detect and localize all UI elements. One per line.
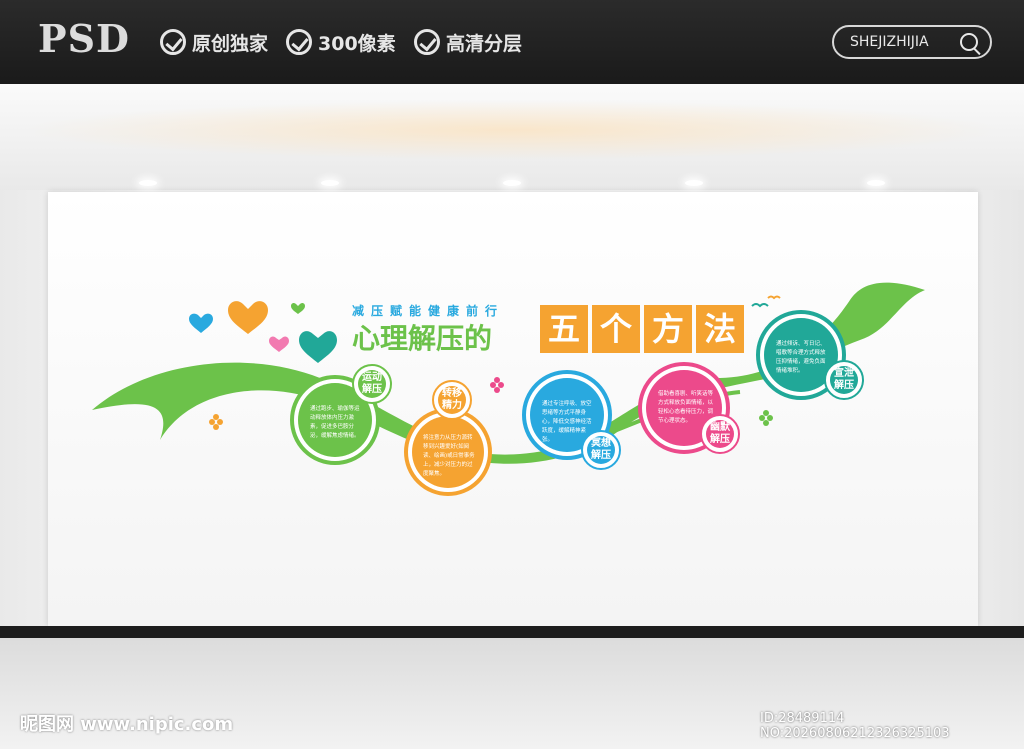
method-circle: 将注意力从压力源转移到兴趣爱好(如阅读、绘画)或日常事务上，减少对压力的过度聚焦… — [404, 408, 492, 496]
method-label: 运动 解压 — [358, 370, 386, 398]
method-label: 宣泄 解压 — [830, 366, 858, 394]
flower-icon — [209, 414, 223, 430]
heart-icon — [228, 301, 268, 334]
method-label: 转移 精力 — [438, 386, 466, 414]
title-box: 方 — [644, 305, 692, 353]
heart-icon — [269, 336, 289, 352]
title-green: 心理解压的 — [352, 322, 493, 355]
watermark-left: 昵图网 www.nipic.com — [20, 714, 234, 735]
method-badge: 宣泄 解压 — [824, 360, 864, 400]
method-text: 将注意力从压力源转移到兴趣爱好(如阅读、绘画)或日常事务上，减少对压力的过度聚焦… — [423, 435, 475, 477]
title-box: 法 — [696, 305, 744, 353]
flower-icon — [490, 377, 504, 393]
watermark-right: ID:28489114 NO:20260806212326325103 — [760, 711, 950, 741]
bird-icon — [767, 295, 781, 300]
title-box: 个 — [592, 305, 640, 353]
flower-icon — [759, 410, 773, 426]
heart-icon — [189, 313, 213, 333]
bird-icon — [751, 303, 769, 308]
method-badge: 转移 精力 — [432, 380, 472, 420]
baseboard — [0, 626, 1024, 638]
heart-icon — [291, 302, 305, 314]
method-text: 通过倾诉、写日记、唱歌等合理方式释放压抑情绪，避免负面情绪堆积。 — [776, 341, 826, 374]
title-box: 五 — [540, 305, 588, 353]
method-label: 冥想 解压 — [587, 436, 615, 464]
method-badge: 幽默 解压 — [700, 414, 740, 454]
method-badge: 运动 解压 — [352, 364, 392, 404]
method-badge: 冥想 解压 — [581, 430, 621, 470]
heart-icon — [299, 331, 337, 363]
method-text: 通过跑步、瑜伽等运动释放体内压力激素，促进多巴胺分泌，缓解焦虑情绪。 — [310, 406, 360, 439]
method-label: 幽默 解压 — [706, 420, 734, 448]
